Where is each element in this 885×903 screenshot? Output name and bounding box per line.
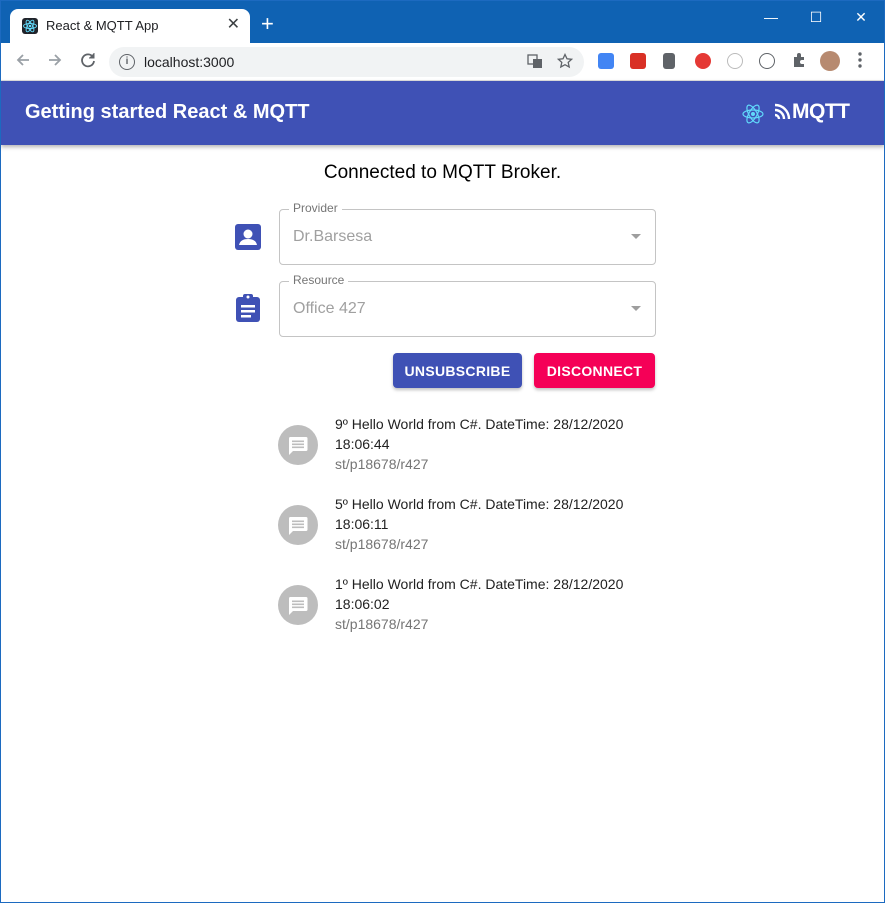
title-bar: React & MQTT App ✕ + — ☐ ✕ [1, 1, 884, 43]
message-topic: st/p18678/r427 [335, 456, 429, 472]
address-bar[interactable]: i localhost:3000 [109, 47, 584, 77]
list-item: 9º Hello World from C#. DateTime: 28/12/… [278, 414, 658, 474]
disconnect-button[interactable]: DISCONNECT [534, 353, 655, 388]
dropdown-arrow-icon [631, 234, 641, 239]
browser-window: React & MQTT App ✕ + — ☐ ✕ i localhost:3… [0, 0, 885, 903]
message-text: 5º Hello World from C#. DateTime: 28/12/… [335, 496, 624, 532]
react-logo-icon [741, 102, 765, 131]
url-text: localhost:3000 [144, 54, 235, 70]
react-favicon-icon [22, 18, 38, 34]
message-avatar [278, 585, 318, 625]
close-window-button[interactable]: ✕ [841, 7, 881, 29]
extension-icon[interactable] [630, 53, 646, 69]
maximize-button[interactable]: ☐ [796, 7, 836, 29]
resource-select[interactable]: Resource Office 427 [279, 273, 656, 337]
app-bar: Getting started React & MQTT MQTT [1, 81, 884, 145]
forward-icon[interactable] [46, 51, 64, 73]
message-icon [288, 597, 308, 615]
list-item: 5º Hello World from C#. DateTime: 28/12/… [278, 494, 658, 554]
tab-title: React & MQTT App [46, 18, 159, 33]
mqtt-signal-icon [773, 103, 791, 126]
resource-label: Resource [289, 273, 349, 287]
new-tab-button[interactable]: + [261, 13, 274, 35]
message-avatar [278, 505, 318, 545]
provider-value: Dr.Barsesa [293, 228, 373, 245]
connection-status: Connected to MQTT Broker. [323, 162, 562, 183]
message-topic: st/p18678/r427 [335, 536, 429, 552]
app-title: Getting started React & MQTT [25, 101, 310, 123]
message-icon [288, 437, 308, 455]
puzzle-extensions-icon[interactable] [791, 52, 807, 68]
browser-menu-icon[interactable] [857, 51, 863, 75]
resource-value: Office 427 [293, 300, 366, 317]
list-item: 1º Hello World from C#. DateTime: 28/12/… [278, 574, 658, 634]
provider-select[interactable]: Provider Dr.Barsesa [279, 201, 656, 265]
message-topic: st/p18678/r427 [335, 616, 429, 632]
assignment-icon [234, 293, 262, 322]
provider-label: Provider [289, 201, 342, 215]
extension-icon[interactable] [759, 53, 775, 69]
minimize-button[interactable]: — [751, 7, 791, 29]
reload-icon[interactable] [79, 51, 97, 73]
message-text: 1º Hello World from C#. DateTime: 28/12/… [335, 576, 624, 612]
message-icon [288, 517, 308, 535]
translate-extension-icon[interactable] [598, 53, 614, 69]
bookmark-star-icon[interactable] [556, 52, 574, 73]
mqtt-logo-text: MQTT [792, 100, 850, 123]
extension-icon[interactable] [727, 53, 743, 69]
tab-close-icon[interactable]: ✕ [227, 16, 240, 34]
browser-toolbar: i localhost:3000 [1, 43, 884, 81]
translate-icon[interactable] [527, 53, 543, 73]
adblock-extension-icon[interactable] [695, 53, 711, 69]
unsubscribe-button[interactable]: UNSUBSCRIBE [393, 353, 522, 388]
info-icon[interactable]: i [119, 54, 135, 70]
browser-tab[interactable]: React & MQTT App ✕ [10, 9, 250, 43]
color-picker-extension-icon[interactable] [663, 53, 675, 69]
dropdown-arrow-icon [631, 306, 641, 311]
message-text: 9º Hello World from C#. DateTime: 28/12/… [335, 416, 624, 452]
back-icon[interactable] [14, 51, 32, 73]
avatar[interactable] [820, 51, 840, 71]
message-avatar [278, 425, 318, 465]
account-box-icon [234, 223, 262, 251]
